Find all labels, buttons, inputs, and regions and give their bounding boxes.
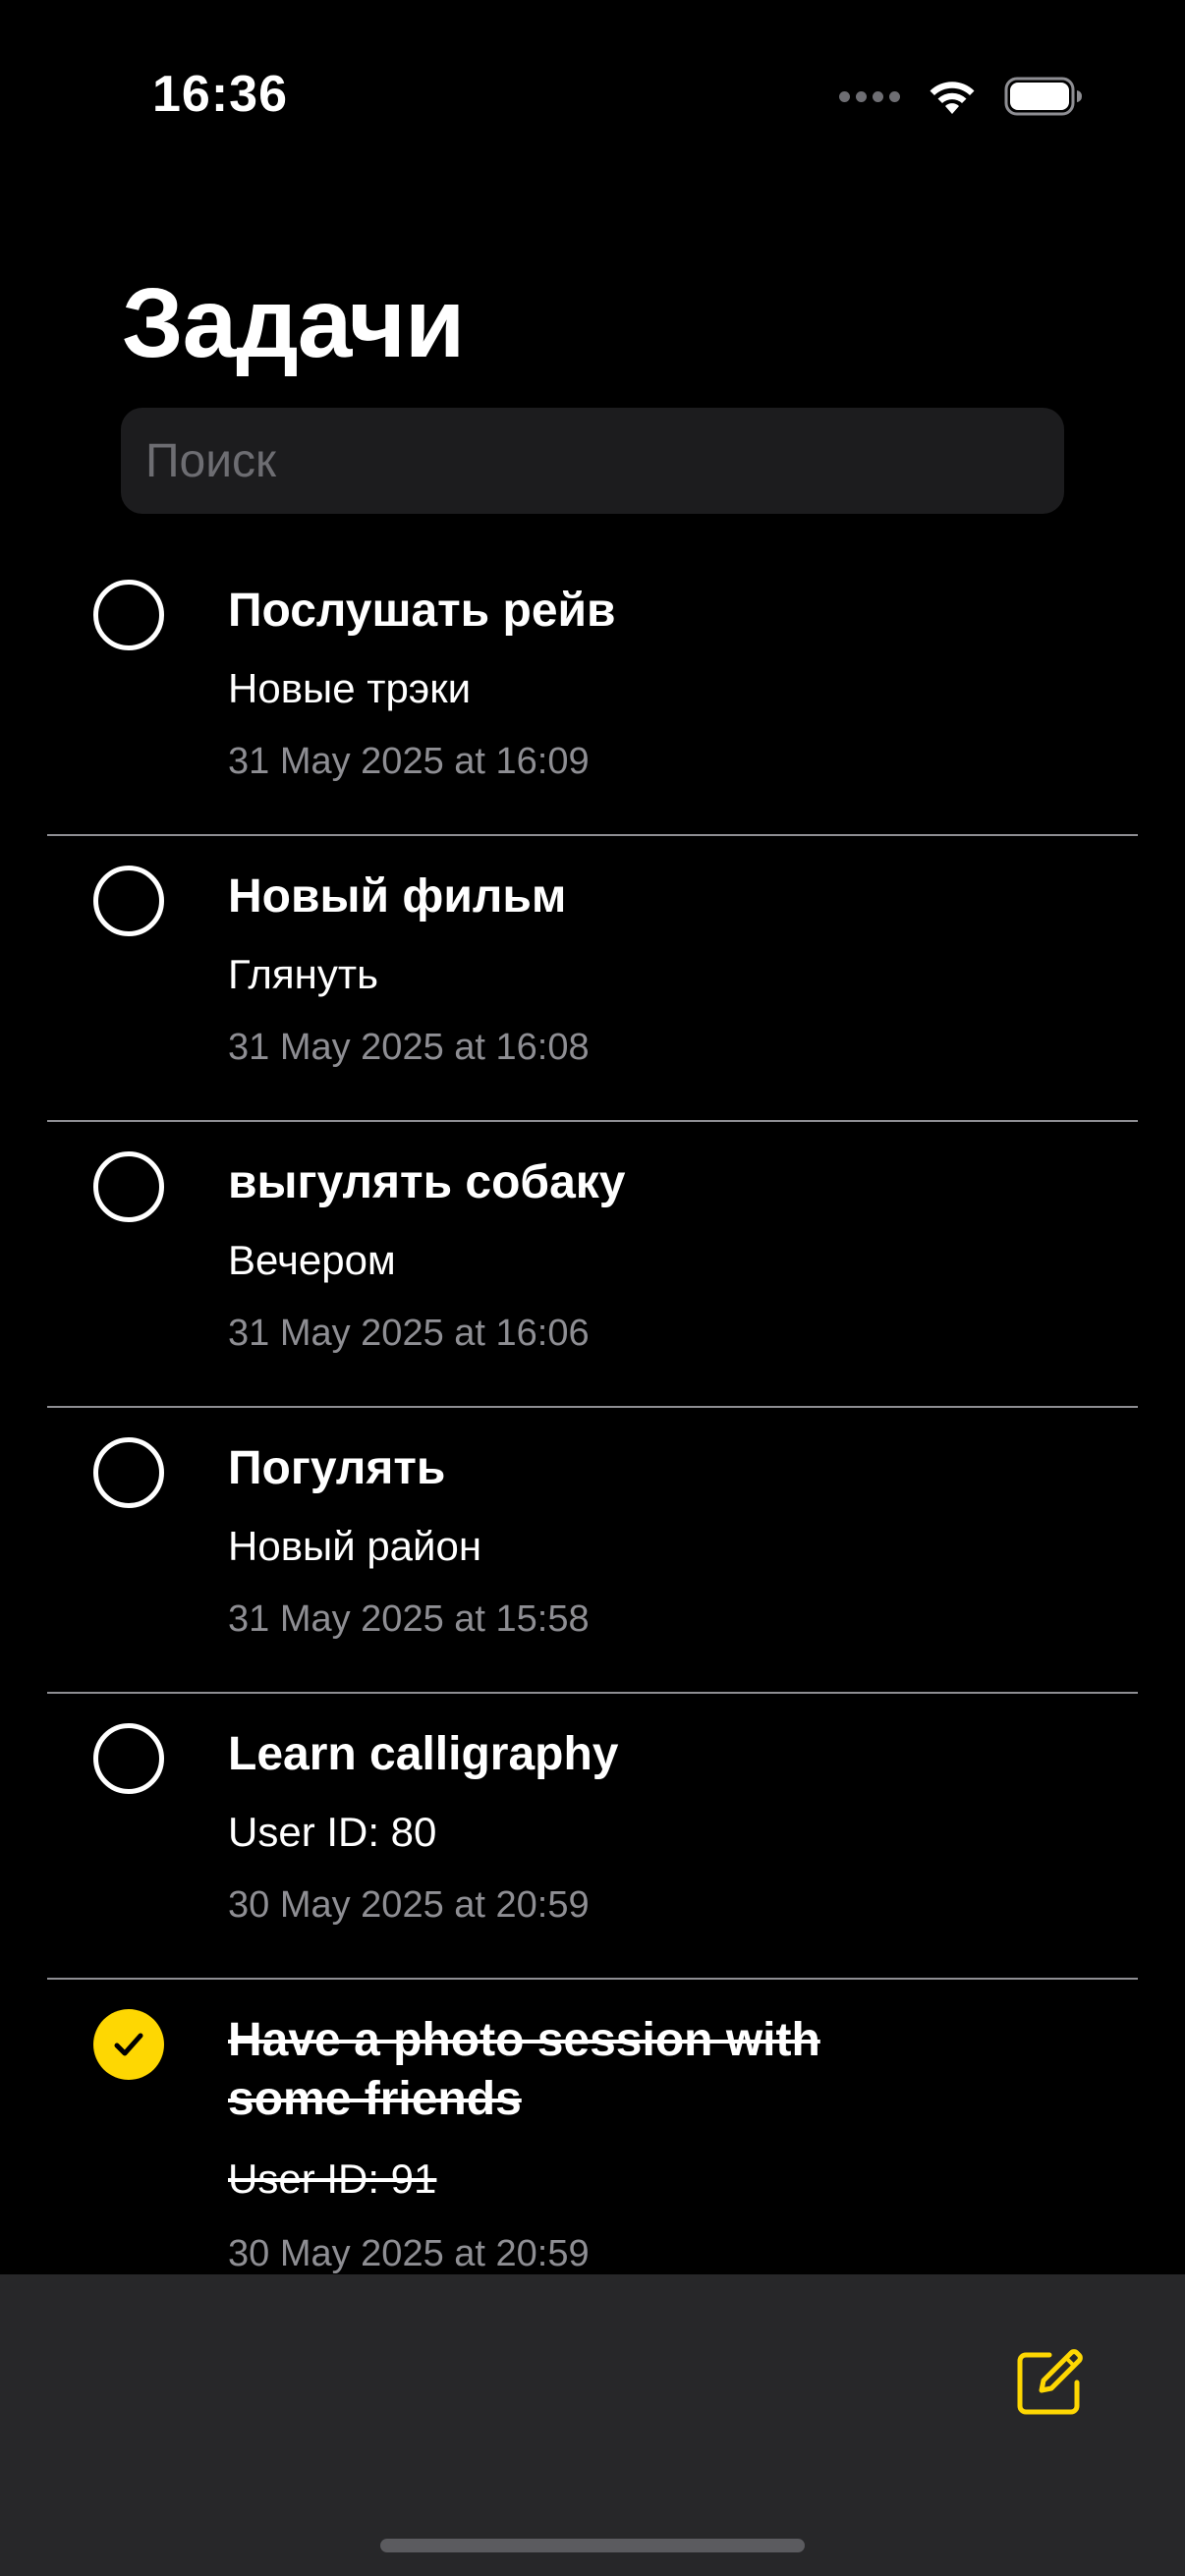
task-description: Вечером (228, 1237, 396, 1283)
task-description: Глянуть (228, 951, 378, 997)
task-row[interactable]: Learn calligraphy User ID: 80 30 May 202… (0, 1694, 1185, 1980)
cellular-signal-icon (839, 90, 900, 102)
task-checkbox-checked[interactable] (93, 2009, 164, 2080)
task-date: 31 May 2025 at 16:06 (228, 1313, 590, 1354)
task-checkbox[interactable] (93, 1723, 164, 1794)
tasks-screen: 16:36 Задачи Послушать рейв Н (0, 0, 1185, 2576)
new-task-button[interactable] (1012, 2345, 1087, 2420)
page-title: Задачи (122, 268, 465, 378)
task-title: Погулять (228, 1442, 446, 1494)
task-date: 30 May 2025 at 20:59 (228, 2233, 590, 2274)
task-description: User ID: 91 (228, 2156, 437, 2202)
task-row-completed[interactable]: Have a photo session with some friends U… (0, 1980, 1185, 2274)
task-title: Послушать рейв (228, 585, 616, 637)
status-icons (839, 75, 1083, 118)
task-title: Have a photo session with some friends (228, 2014, 820, 2125)
task-list: Послушать рейв Новые трэки 31 May 2025 a… (0, 550, 1185, 2274)
wifi-icon (930, 82, 975, 114)
status-bar: 16:36 (0, 0, 1185, 187)
status-time: 16:36 (152, 66, 288, 123)
task-title: выгулять собаку (228, 1156, 626, 1208)
task-checkbox[interactable] (93, 1437, 164, 1508)
checkmark-icon (114, 2033, 143, 2056)
task-date: 30 May 2025 at 20:59 (228, 1884, 590, 1926)
search-bar[interactable] (121, 408, 1064, 514)
task-row[interactable]: выгулять собаку Вечером 31 May 2025 at 1… (0, 1122, 1185, 1408)
task-title: Новый фильм (228, 870, 567, 923)
task-date: 31 May 2025 at 16:08 (228, 1027, 590, 1068)
task-description: Новый район (228, 1523, 482, 1569)
task-checkbox[interactable] (93, 1151, 164, 1222)
home-indicator[interactable] (380, 2539, 805, 2552)
task-checkbox[interactable] (93, 866, 164, 936)
task-checkbox[interactable] (93, 580, 164, 650)
task-row[interactable]: Новый фильм Глянуть 31 May 2025 at 16:08 (0, 836, 1185, 1122)
battery-icon (1004, 77, 1082, 116)
task-row[interactable]: Послушать рейв Новые трэки 31 May 2025 a… (0, 550, 1185, 836)
bottom-toolbar (0, 2274, 1185, 2576)
task-description: User ID: 80 (228, 1809, 437, 1855)
search-input[interactable] (145, 408, 1064, 514)
task-date: 31 May 2025 at 16:09 (228, 741, 590, 782)
task-date: 31 May 2025 at 15:58 (228, 1598, 590, 1640)
task-title: Learn calligraphy (228, 1728, 619, 1780)
task-row[interactable]: Погулять Новый район 31 May 2025 at 15:5… (0, 1408, 1185, 1694)
task-description: Новые трэки (228, 665, 472, 711)
square-and-pencil-icon (1017, 2349, 1083, 2415)
